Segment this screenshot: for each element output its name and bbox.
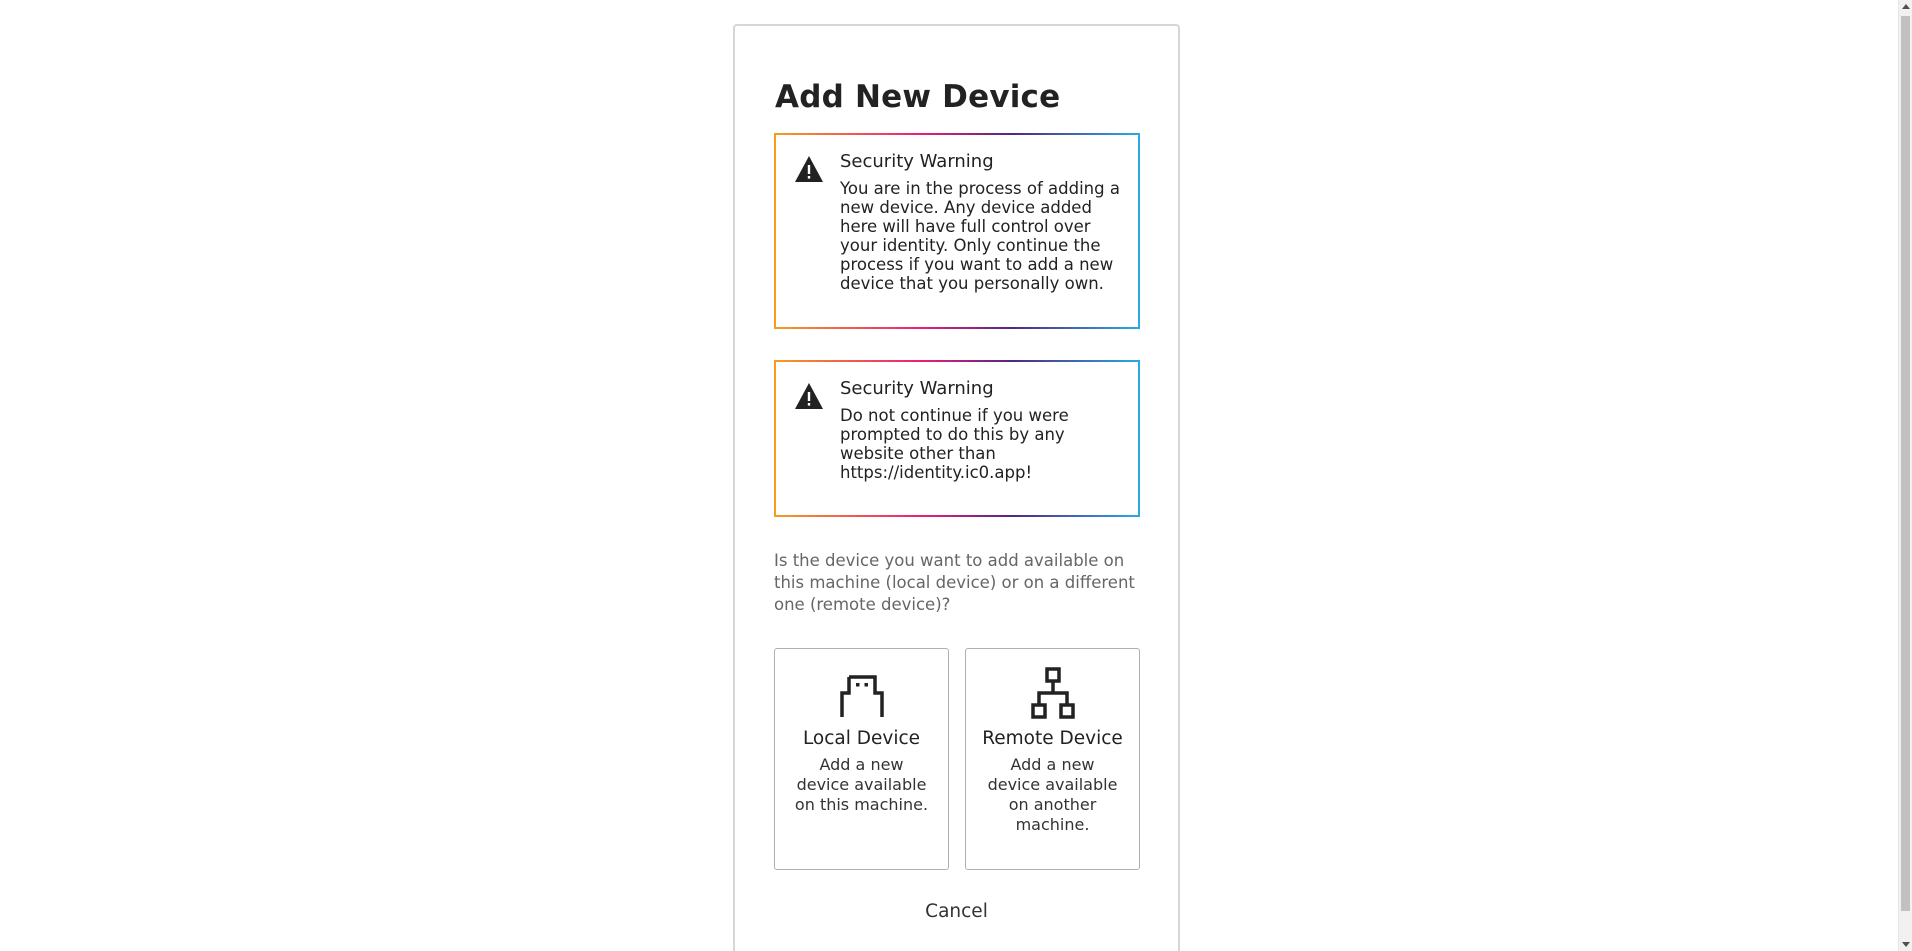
warning-icon [795,156,823,182]
usb-key-icon [839,675,884,717]
local-device-title: Local Device [802,728,921,749]
page-title: Add New Device [775,79,1061,115]
page: Add New Device Security Warning You are … [0,0,1912,951]
remote-device-title: Remote Device [982,728,1123,749]
cancel-button[interactable]: Cancel [735,900,1178,923]
vertical-scrollbar[interactable] [1898,0,1912,951]
scroll-down-arrow-icon[interactable] [1902,942,1910,947]
scroll-up-arrow-icon[interactable] [1902,4,1910,9]
local-device-description: Add a new device available on this machi… [794,755,929,814]
warning-text: You are in the process of adding a new d… [840,179,1120,293]
security-warning-box: Security Warning Do not continue if you … [774,360,1140,517]
scrollbar-thumb[interactable] [1901,16,1910,911]
add-device-card: Add New Device Security Warning You are … [733,24,1180,951]
remote-device-button[interactable]: Remote Device Add a new device available… [965,648,1140,870]
warning-text: Do not continue if you were prompted to … [840,406,1069,482]
warning-title: Security Warning [840,151,994,172]
local-device-button[interactable]: Local Device Add a new device available … [774,648,949,870]
network-icon [1030,667,1075,719]
device-question: Is the device you want to add available … [774,551,1135,614]
security-warning-box: Security Warning You are in the process … [774,133,1140,329]
warning-icon [795,383,823,409]
warning-title: Security Warning [840,378,994,399]
remote-device-description: Add a new device available on another ma… [987,755,1118,834]
